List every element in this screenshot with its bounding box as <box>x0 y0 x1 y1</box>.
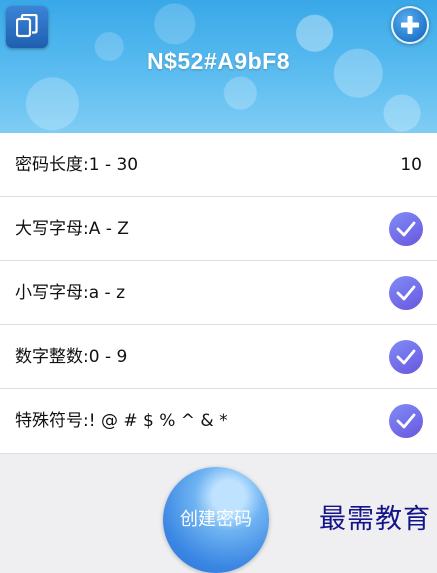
option-label: 大写字母:A - Z <box>15 219 129 239</box>
checkmark-icon[interactable] <box>389 212 423 246</box>
copy-button[interactable] <box>6 6 48 48</box>
option-row-length[interactable]: 密码长度:1 - 30 10 <box>0 133 437 197</box>
watermark: 最需教育 <box>319 504 431 535</box>
option-label: 密码长度:1 - 30 <box>15 155 139 175</box>
create-password-button[interactable]: 创建密码 <box>163 467 269 573</box>
option-row-digits[interactable]: 数字整数:0 - 9 <box>0 325 437 389</box>
create-password-label: 创建密码 <box>180 509 252 530</box>
copy-icon <box>16 14 38 38</box>
generated-password: N$52#A9bF8 <box>146 48 291 74</box>
option-row-symbols[interactable]: 特殊符号:! @ # $ % ^ & * <box>0 389 437 454</box>
add-button[interactable] <box>391 6 429 44</box>
option-row-lowercase[interactable]: 小写字母:a - z <box>0 261 437 325</box>
plus-icon <box>401 16 419 34</box>
checkmark-icon[interactable] <box>389 340 423 374</box>
checkmark-icon[interactable] <box>389 276 423 310</box>
length-value[interactable]: 10 <box>400 133 422 197</box>
option-label: 特殊符号:! @ # $ % ^ & * <box>15 411 228 431</box>
options-list: 密码长度:1 - 30 10 大写字母:A - Z 小写字母:a - z 数字整… <box>0 133 437 454</box>
option-label: 数字整数:0 - 9 <box>15 347 128 367</box>
checkmark-icon[interactable] <box>389 404 423 438</box>
header-banner: N$52#A9bF8 <box>0 0 437 133</box>
option-label: 小写字母:a - z <box>15 283 126 303</box>
option-row-uppercase[interactable]: 大写字母:A - Z <box>0 197 437 261</box>
